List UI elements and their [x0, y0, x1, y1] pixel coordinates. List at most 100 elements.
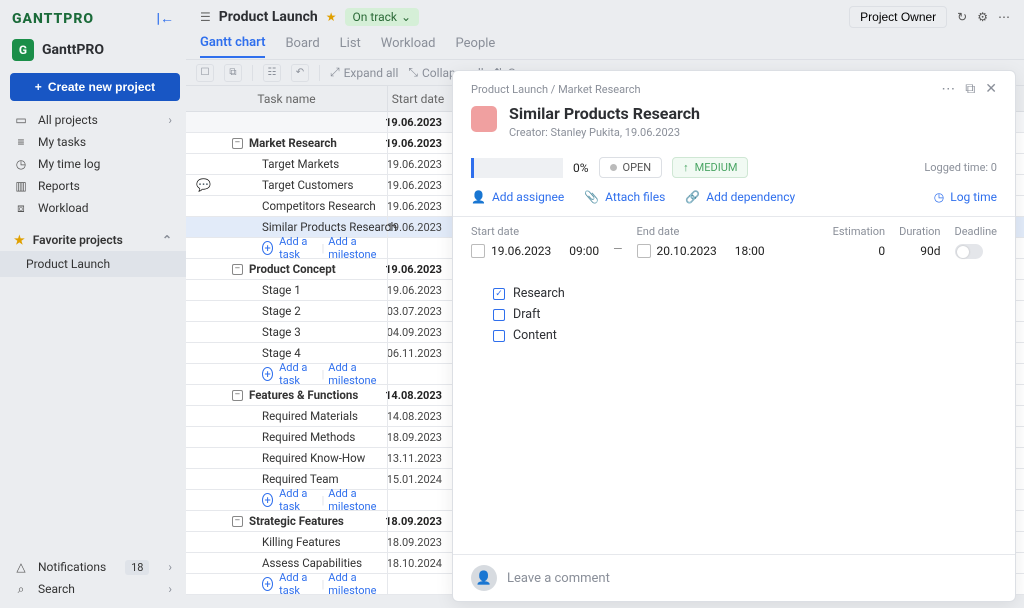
gear-icon[interactable]: ⚙: [977, 10, 988, 24]
workload-icon: ⧈: [14, 201, 28, 216]
sidebar-item-workload[interactable]: ⧈ Workload: [8, 197, 178, 219]
checklist-item[interactable]: ✓Research: [493, 283, 997, 304]
sidebar-item-notifications[interactable]: △Notifications18›: [8, 556, 178, 578]
task-name: Similar Products Research: [262, 220, 397, 234]
estimation-value[interactable]: 0: [833, 244, 885, 258]
project-owner-button[interactable]: Project Owner: [849, 6, 947, 28]
tab-gantt[interactable]: Gantt chart: [200, 35, 265, 58]
create-project-button[interactable]: + Create new project: [10, 73, 180, 101]
tab-people[interactable]: People: [456, 36, 496, 57]
sidebar-item-all-projects[interactable]: ▭All projects›: [8, 109, 178, 131]
plus-circle-icon: +: [262, 241, 273, 255]
start-date-label: Start date: [471, 225, 599, 238]
section-name: Strategic Features: [249, 514, 344, 528]
progress-bar[interactable]: [471, 158, 563, 178]
indent-tool-icon[interactable]: ☷: [263, 64, 281, 82]
date-cell: 15.01.2024: [388, 473, 448, 486]
status-chip[interactable]: OPEN: [599, 157, 663, 178]
more-icon[interactable]: ⋯: [998, 10, 1010, 24]
add-task-link[interactable]: Add a task: [279, 235, 317, 261]
checkbox-icon[interactable]: [493, 309, 505, 321]
chevron-down-icon: ⌄: [401, 10, 411, 24]
date-cell: 19.06.2023: [388, 200, 448, 213]
collapse-toggle-icon[interactable]: –: [232, 516, 243, 527]
add-task-link[interactable]: Add a task: [279, 571, 317, 597]
crumb-parent[interactable]: Market Research: [558, 83, 641, 96]
star-icon[interactable]: ★: [326, 10, 337, 24]
start-date-input[interactable]: 19.06.2023 09:00: [471, 244, 599, 258]
sidebar-bottom: △Notifications18›⌕Search›: [8, 556, 178, 600]
tab-workload[interactable]: Workload: [381, 36, 436, 57]
add-milestone-link[interactable]: Add a milestone: [328, 235, 387, 261]
expand-all-button[interactable]: ⤢Expand all: [330, 65, 398, 80]
log-time-button[interactable]: ◷Log time: [934, 190, 997, 204]
date-cell: 19.06.2023: [388, 221, 448, 234]
sidebar-item-reports[interactable]: ▥Reports: [8, 175, 178, 197]
crumb-project[interactable]: Product Launch: [471, 83, 548, 96]
end-date-input[interactable]: 20.10.2023 18:00: [637, 244, 765, 258]
collapse-toggle-icon[interactable]: –: [232, 138, 243, 149]
favorite-project-item[interactable]: Product Launch: [0, 251, 186, 277]
add-assignee-button[interactable]: 👤Add assignee: [471, 190, 564, 204]
priority-chip[interactable]: ↑MEDIUM: [672, 157, 748, 178]
panel-actions: 👤Add assignee 📎Attach files 🔗Add depende…: [453, 186, 1015, 216]
sidebar-item-my-tasks[interactable]: ≡My tasks: [8, 131, 178, 153]
history-icon[interactable]: ↻: [957, 10, 967, 24]
more-icon[interactable]: ⋯: [941, 81, 955, 97]
start-date-value: 19.06.2023: [491, 244, 551, 258]
progress-percent: 0%: [573, 161, 589, 175]
date-cell: 19.06.2023: [388, 116, 448, 129]
deadline-field: Deadline: [955, 225, 998, 259]
nav-label: Workload: [38, 201, 89, 215]
checkbox-icon[interactable]: ✓: [493, 288, 505, 300]
col-header-date[interactable]: Start date: [388, 86, 448, 111]
add-task-link[interactable]: Add a task: [279, 361, 317, 387]
link-icon: 🔗: [685, 190, 700, 204]
checklist-item[interactable]: Draft: [493, 304, 997, 325]
checkbox-tool-icon[interactable]: ☐: [196, 64, 214, 82]
col-header-name[interactable]: Task name: [186, 86, 388, 111]
checklist-item[interactable]: Content: [493, 325, 997, 346]
task-title[interactable]: Similar Products Research: [509, 104, 700, 123]
calendar-icon: [637, 244, 651, 258]
log-time-label: Log time: [950, 190, 997, 204]
sidebar-item-my-time-log[interactable]: ◷My time log: [8, 153, 178, 175]
date-cell: 19.06.2023: [388, 284, 448, 297]
view-tabs: Gantt chart Board List Workload People: [186, 34, 1024, 60]
outdent-tool-icon[interactable]: ↶: [291, 64, 309, 82]
chevron-right-icon: ›: [168, 113, 172, 127]
attach-files-button[interactable]: 📎Attach files: [584, 190, 665, 204]
attach-files-label: Attach files: [605, 190, 665, 204]
link-icon[interactable]: ⧉: [965, 81, 975, 97]
copy-tool-icon[interactable]: ⧉: [224, 64, 242, 82]
add-task-link[interactable]: Add a task: [279, 487, 317, 513]
status-pill[interactable]: On track ⌄: [345, 8, 420, 26]
tab-list[interactable]: List: [340, 36, 361, 57]
comment-input[interactable]: Leave a comment: [507, 571, 610, 586]
workspace-name: GanttPRO: [42, 42, 104, 58]
nav-label: Search: [38, 582, 75, 596]
add-milestone-link[interactable]: Add a milestone: [328, 361, 387, 387]
add-milestone-link[interactable]: Add a milestone: [328, 487, 387, 513]
close-icon[interactable]: ✕: [985, 81, 997, 97]
checkbox-icon[interactable]: [493, 330, 505, 342]
task-color-swatch[interactable]: [471, 106, 497, 132]
collapse-toggle-icon[interactable]: –: [232, 264, 243, 275]
date-cell: 18.09.2023: [388, 536, 448, 549]
plus-circle-icon: +: [262, 577, 273, 591]
collapse-sidebar-icon[interactable]: |←: [156, 10, 174, 27]
task-name: Killing Features: [262, 535, 341, 549]
nav-label: Notifications: [38, 560, 106, 574]
duration-value[interactable]: 90d: [899, 244, 940, 258]
add-dependency-button[interactable]: 🔗Add dependency: [685, 190, 795, 204]
panel-title-row: Similar Products Research Creator: Stanl…: [471, 104, 997, 139]
collapse-toggle-icon[interactable]: –: [232, 390, 243, 401]
workspace-row[interactable]: G GanttPRO: [8, 35, 178, 65]
favorites-header[interactable]: ★ Favorite projects ⌃: [8, 225, 178, 251]
section-name: Product Concept: [249, 262, 336, 276]
add-milestone-link[interactable]: Add a milestone: [328, 571, 387, 597]
deadline-toggle[interactable]: [955, 244, 983, 259]
comment-icon[interactable]: 💬: [196, 178, 211, 192]
tab-board[interactable]: Board: [285, 36, 319, 57]
sidebar-item-search[interactable]: ⌕Search›: [8, 578, 178, 600]
